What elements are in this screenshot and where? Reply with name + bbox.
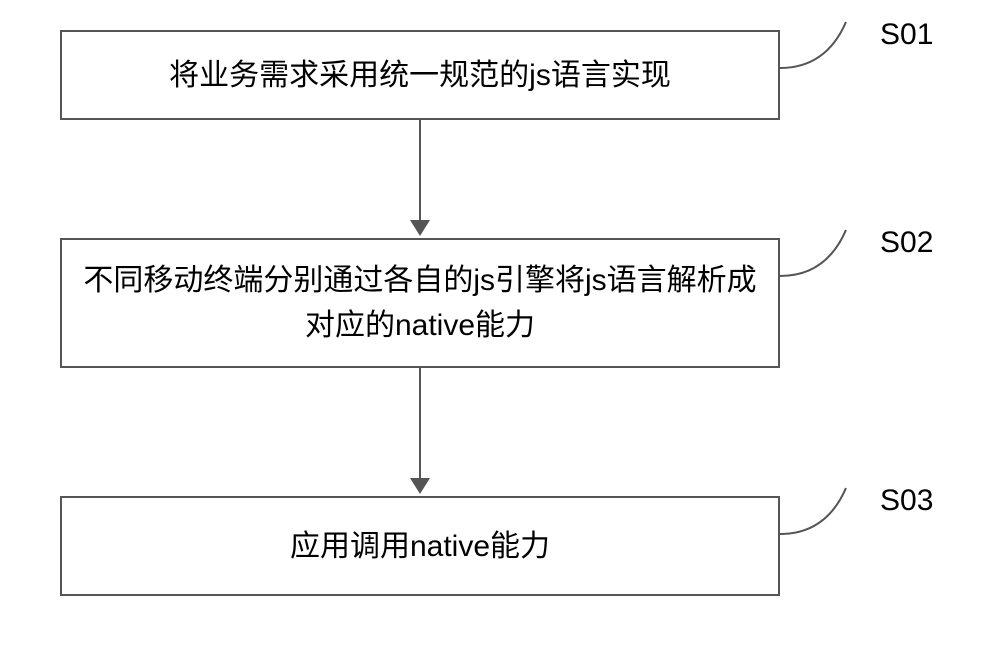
step-label-s02: S02 (880, 226, 933, 260)
leader-line-s01 (778, 20, 868, 70)
step-text-s03: 应用调用native能力 (290, 524, 550, 569)
leader-line-s03 (778, 486, 868, 536)
arrow-head-s02-s03 (410, 478, 430, 494)
step-label-s03: S03 (880, 484, 933, 518)
arrow-s01-s02 (419, 120, 421, 220)
leader-line-s02 (778, 228, 868, 278)
arrow-head-s01-s02 (410, 220, 430, 236)
step-box-s03: 应用调用native能力 (60, 496, 780, 596)
step-box-s02: 不同移动终端分别通过各自的js引擎将js语言解析成对应的native能力 (60, 238, 780, 368)
step-text-s01: 将业务需求采用统一规范的js语言实现 (169, 53, 671, 98)
step-box-s01: 将业务需求采用统一规范的js语言实现 (60, 30, 780, 120)
step-text-s02: 不同移动终端分别通过各自的js引擎将js语言解析成对应的native能力 (82, 258, 758, 348)
flowchart-canvas: 将业务需求采用统一规范的js语言实现 S01 不同移动终端分别通过各自的js引擎… (0, 0, 1000, 672)
arrow-s02-s03 (419, 368, 421, 478)
step-label-s01: S01 (880, 18, 933, 52)
